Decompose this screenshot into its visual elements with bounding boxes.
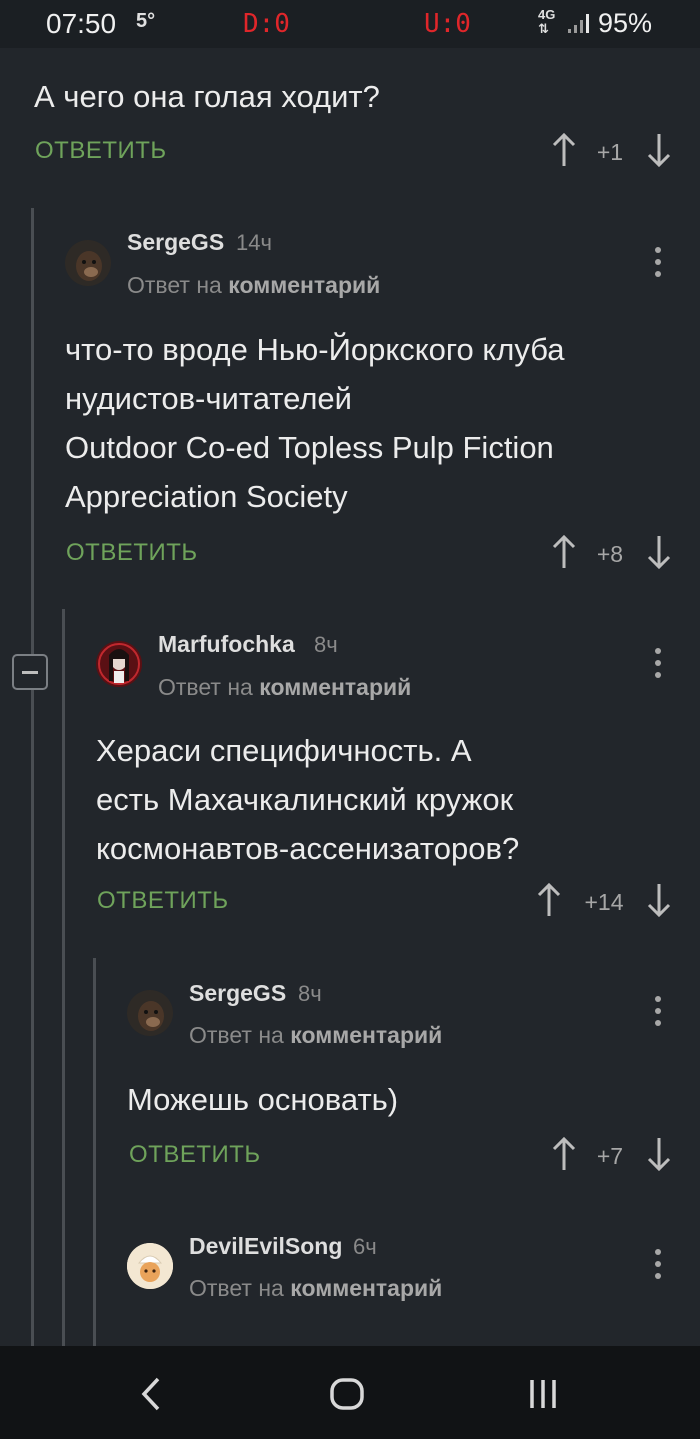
comment-time: 6ч: [353, 1234, 377, 1259]
comment-text-line: что-то вроде Нью-Йоркского клуба: [65, 332, 565, 367]
arrow-up-icon[interactable]: [536, 882, 562, 918]
comment-text-line: космонавтов-ассенизаторов?: [96, 831, 520, 866]
arrow-down-icon[interactable]: [646, 1136, 672, 1172]
reply-to: Ответ на комментарий: [127, 272, 380, 299]
vote-score: +14: [584, 889, 624, 915]
back-icon[interactable]: [132, 1374, 172, 1414]
more-vertical-icon[interactable]: [654, 996, 662, 1026]
comment-text-line: Appreciation Society: [65, 479, 348, 514]
avatar[interactable]: [96, 641, 142, 687]
comment-text-line: Outdoor Co-ed Topless Pulp Fiction: [65, 430, 554, 465]
arrow-down-icon[interactable]: [646, 534, 672, 570]
avatar-image: [96, 641, 142, 687]
comment-text-line: Можешь основать): [127, 1082, 399, 1117]
comment-text-line: есть Махачкалинский кружок: [96, 782, 514, 817]
more-vertical-icon[interactable]: [654, 247, 662, 277]
comment-time: 8ч: [314, 632, 338, 657]
vote-score: +1: [596, 139, 624, 165]
comment-text-line: нудистов-читателей: [65, 381, 352, 416]
status-upload: U:0: [424, 9, 471, 39]
arrow-down-icon[interactable]: [646, 132, 672, 168]
thread-line[interactable]: [62, 609, 65, 1346]
status-bar: 07:50 5° D:0 U:0 4G ⇅ 95%: [0, 0, 700, 48]
vote-score: +7: [596, 1143, 624, 1169]
reply-to-link[interactable]: комментарий: [290, 1275, 442, 1301]
avatar-image: [127, 1243, 173, 1289]
arrow-up-icon[interactable]: [551, 534, 577, 570]
comment-text: Хераси специфичность. А есть Махачкалинс…: [96, 726, 519, 873]
comment-text-line: Хераси специфичность. А: [96, 733, 472, 768]
reply-to-link[interactable]: комментарий: [290, 1022, 442, 1048]
home-icon[interactable]: [327, 1374, 367, 1414]
reply-to-link[interactable]: комментарий: [259, 674, 411, 700]
network-type: 4G: [538, 7, 556, 22]
reply-to-prefix: Ответ на: [127, 272, 222, 298]
more-vertical-icon[interactable]: [654, 648, 662, 678]
navigation-bar: [0, 1346, 700, 1439]
comment-text: Можешь основать): [127, 1075, 398, 1124]
username[interactable]: SergeGS: [127, 229, 224, 256]
thread-line[interactable]: [31, 208, 34, 1346]
thread-line[interactable]: [93, 958, 96, 1346]
username[interactable]: Marfufochka: [158, 631, 295, 658]
reply-to-prefix: Ответ на: [189, 1022, 284, 1048]
comment-text-line: А чего она голая ходит?: [34, 79, 380, 114]
avatar-image: [127, 990, 173, 1036]
arrow-down-icon[interactable]: [646, 882, 672, 918]
collapse-thread-button[interactable]: [12, 654, 48, 690]
status-time: 07:50: [46, 8, 117, 39]
network-activity-icon: ⇅: [538, 21, 549, 36]
reply-to: Ответ на комментарий: [189, 1275, 442, 1302]
reply-to-prefix: Ответ на: [158, 674, 253, 700]
reply-to: Ответ на комментарий: [158, 674, 411, 701]
avatar[interactable]: [127, 990, 173, 1036]
arrow-up-icon[interactable]: [551, 1136, 577, 1172]
comment-text: А чего она голая ходит?: [34, 72, 380, 121]
recent-apps-icon[interactable]: [523, 1374, 563, 1414]
reply-to-prefix: Ответ на: [189, 1275, 284, 1301]
signal-icon: [568, 14, 589, 33]
status-notification: 5°: [136, 10, 156, 32]
reply-button[interactable]: ОТВЕТИТЬ: [66, 539, 198, 567]
reply-to: Ответ на комментарий: [189, 1022, 442, 1049]
network-indicator: 4G ⇅: [538, 8, 555, 36]
reply-button[interactable]: ОТВЕТИТЬ: [97, 887, 229, 915]
comment-time: 14ч: [236, 230, 272, 255]
battery-level: 95%: [598, 8, 653, 38]
status-download: D:0: [243, 9, 290, 39]
username[interactable]: SergeGS: [189, 980, 286, 1007]
comment-text: что-то вроде Нью-Йоркского клуба нудисто…: [65, 325, 565, 521]
vote-score: +8: [596, 541, 624, 567]
username[interactable]: DevilEvilSong: [189, 1233, 342, 1260]
avatar[interactable]: [65, 240, 111, 286]
comment-time: 8ч: [298, 981, 322, 1006]
more-vertical-icon[interactable]: [654, 1249, 662, 1279]
avatar-image: [65, 240, 111, 286]
reply-button[interactable]: ОТВЕТИТЬ: [35, 137, 167, 165]
arrow-up-icon[interactable]: [551, 132, 577, 168]
reply-button[interactable]: ОТВЕТИТЬ: [129, 1141, 261, 1169]
avatar[interactable]: [127, 1243, 173, 1289]
reply-to-link[interactable]: комментарий: [228, 272, 380, 298]
